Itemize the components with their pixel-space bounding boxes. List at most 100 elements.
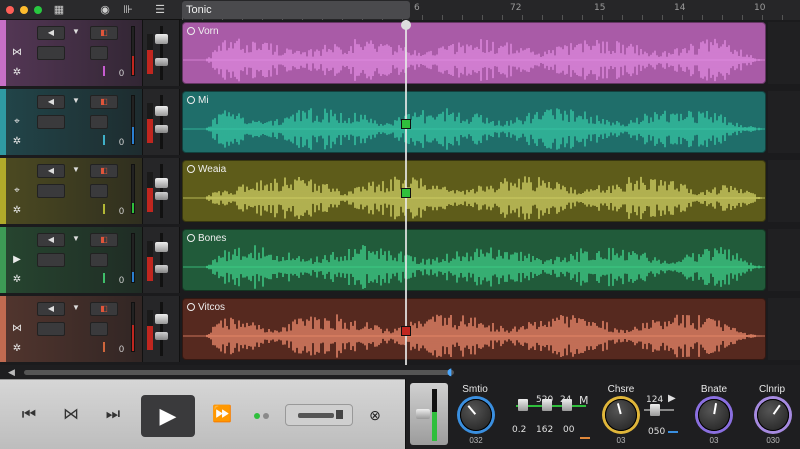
track-mode-button[interactable] — [37, 184, 65, 198]
track-mode-button[interactable] — [37, 322, 65, 336]
track-option-button[interactable] — [90, 322, 108, 336]
playhead-handle[interactable] — [401, 20, 411, 30]
rewind-button[interactable]: ⏮ — [13, 400, 45, 430]
track-header[interactable]: ◀ ▼ ◧ ⋈ ✲ 0 — [0, 296, 143, 362]
track-fader[interactable] — [143, 20, 180, 86]
forward-end-button[interactable]: ⏭ — [97, 400, 129, 430]
pointer-icon[interactable]: ⌖ — [10, 184, 24, 198]
fader-cap[interactable] — [155, 34, 168, 44]
track-header[interactable]: ◀ ▼ ◧ ⋈ ✲ 0 — [0, 20, 143, 86]
track-row[interactable]: ◀ ▼ ◧ ⌖ ✲ 0 Mi — [0, 89, 800, 155]
track-region[interactable]: Vitcos — [182, 298, 766, 360]
bnate-knob[interactable] — [698, 399, 730, 431]
track-option-button[interactable] — [90, 184, 108, 198]
track-record-button[interactable]: ◧ — [90, 26, 118, 40]
horizontal-scrollbar[interactable]: ◀ ◖ — [0, 365, 800, 379]
mid-arrow-icon[interactable]: ▶ — [668, 393, 676, 404]
track-input-button[interactable]: ◀ — [37, 233, 65, 247]
track-header[interactable]: ◀ ▼ ◧ ▶ ✲ 0 — [0, 227, 143, 293]
track-record-button[interactable]: ◧ — [90, 233, 118, 247]
track-mode-button[interactable] — [37, 253, 65, 267]
track-fader[interactable] — [143, 89, 180, 155]
track-record-button[interactable]: ◧ — [90, 95, 118, 109]
gear-icon[interactable]: ✲ — [10, 66, 24, 80]
clnrip-knob[interactable] — [757, 399, 789, 431]
fast-forward-button[interactable]: ⏩ — [206, 400, 238, 430]
close-window-button[interactable] — [6, 6, 14, 14]
playhead-marker[interactable] — [401, 326, 411, 336]
mixer-icon[interactable]: ⊪ — [120, 2, 136, 18]
track-region[interactable]: Mi — [182, 91, 766, 153]
track-mode-button[interactable] — [37, 115, 65, 129]
track-header[interactable]: ◀ ▼ ◧ ⌖ ✲ 0 — [0, 89, 143, 155]
scroll-left-icon[interactable]: ◀ — [8, 367, 15, 378]
track-input-button[interactable]: ◀ — [37, 95, 65, 109]
fader-cap[interactable] — [155, 242, 168, 252]
smtio-knob[interactable] — [460, 399, 492, 431]
play-icon[interactable]: ▶ — [10, 253, 24, 267]
track-option-button[interactable] — [90, 46, 108, 60]
eq-fader-1[interactable] — [518, 399, 528, 411]
fader-cap-secondary[interactable] — [155, 192, 168, 200]
track-option-button[interactable] — [90, 253, 108, 267]
master-fader-strip[interactable] — [410, 383, 448, 445]
track-fader[interactable] — [143, 227, 180, 293]
playhead-marker[interactable] — [401, 119, 411, 129]
dropdown-icon[interactable]: ▼ — [70, 26, 82, 40]
skip-button[interactable]: ⋈ — [55, 400, 87, 430]
library-icon[interactable]: ▦ — [52, 2, 66, 18]
metronome-icon: ⊗ — [369, 407, 381, 423]
track-input-button[interactable]: ◀ — [37, 26, 65, 40]
dropdown-icon[interactable]: ▼ — [70, 302, 82, 316]
track-input-button[interactable]: ◀ — [37, 302, 65, 316]
mute-icon[interactable]: ⋈ — [10, 322, 24, 336]
track-input-button[interactable]: ◀ — [37, 164, 65, 178]
track-region[interactable]: Bones — [182, 229, 766, 291]
list-icon[interactable]: ☰ — [152, 2, 168, 18]
fader-cap-secondary[interactable] — [155, 265, 168, 273]
track-record-button[interactable]: ◧ — [90, 302, 118, 316]
region-name-label[interactable]: Tonic — [182, 1, 410, 19]
mute-icon[interactable]: ⋈ — [10, 46, 24, 60]
gear-icon[interactable]: ✲ — [10, 273, 24, 287]
pointer-icon[interactable]: ⌖ — [10, 115, 24, 129]
track-fader[interactable] — [143, 296, 180, 362]
gear-icon[interactable]: ✲ — [10, 204, 24, 218]
chsre-knob[interactable] — [605, 399, 637, 431]
minimize-window-button[interactable] — [20, 6, 28, 14]
fader-cap[interactable] — [155, 106, 168, 116]
dropdown-icon[interactable]: ▼ — [70, 233, 82, 247]
fader-cap-secondary[interactable] — [155, 332, 168, 340]
track-region[interactable]: Vorn — [182, 22, 766, 84]
scroll-thumb[interactable] — [24, 370, 454, 375]
knob-label-3: Bnate — [700, 384, 728, 395]
fader-rail — [160, 95, 163, 149]
track-header[interactable]: ◀ ▼ ◧ ⌖ ✲ 0 — [0, 158, 143, 224]
track-fader[interactable] — [143, 158, 180, 224]
gear-icon[interactable]: ✲ — [10, 342, 24, 356]
track-record-button[interactable]: ◧ — [90, 164, 118, 178]
track-row[interactable]: ◀ ▼ ◧ ⋈ ✲ 0 Vorn — [0, 20, 800, 86]
track-region[interactable]: Weaia — [182, 160, 766, 222]
track-row[interactable]: ◀ ▼ ◧ ⋈ ✲ 0 Vitcos — [0, 296, 800, 362]
fader-cap-secondary[interactable] — [155, 58, 168, 66]
track-row[interactable]: ◀ ▼ ◧ ⌖ ✲ 0 Weaia — [0, 158, 800, 224]
tuner-icon[interactable]: ◉ — [97, 2, 113, 18]
fader-cap-secondary[interactable] — [155, 125, 168, 133]
dropdown-icon[interactable]: ▼ — [70, 95, 82, 109]
mid-fader[interactable] — [650, 404, 660, 416]
track-row[interactable]: ◀ ▼ ◧ ▶ ✲ 0 Bones — [0, 227, 800, 293]
region-label: Vorn — [187, 26, 219, 37]
fader-cap[interactable] — [155, 314, 168, 324]
cycle-region-control[interactable] — [285, 404, 353, 426]
track-mode-button[interactable] — [37, 46, 65, 60]
playhead-marker[interactable] — [401, 188, 411, 198]
dropdown-icon[interactable]: ▼ — [70, 164, 82, 178]
fader-cap[interactable] — [155, 178, 168, 188]
gear-icon[interactable]: ✲ — [10, 135, 24, 149]
master-fader-cap[interactable] — [416, 409, 430, 419]
zoom-window-button[interactable] — [34, 6, 42, 14]
play-button[interactable]: ▶ — [141, 395, 195, 437]
track-option-button[interactable] — [90, 115, 108, 129]
metronome-button[interactable]: ⊗ — [365, 405, 385, 425]
